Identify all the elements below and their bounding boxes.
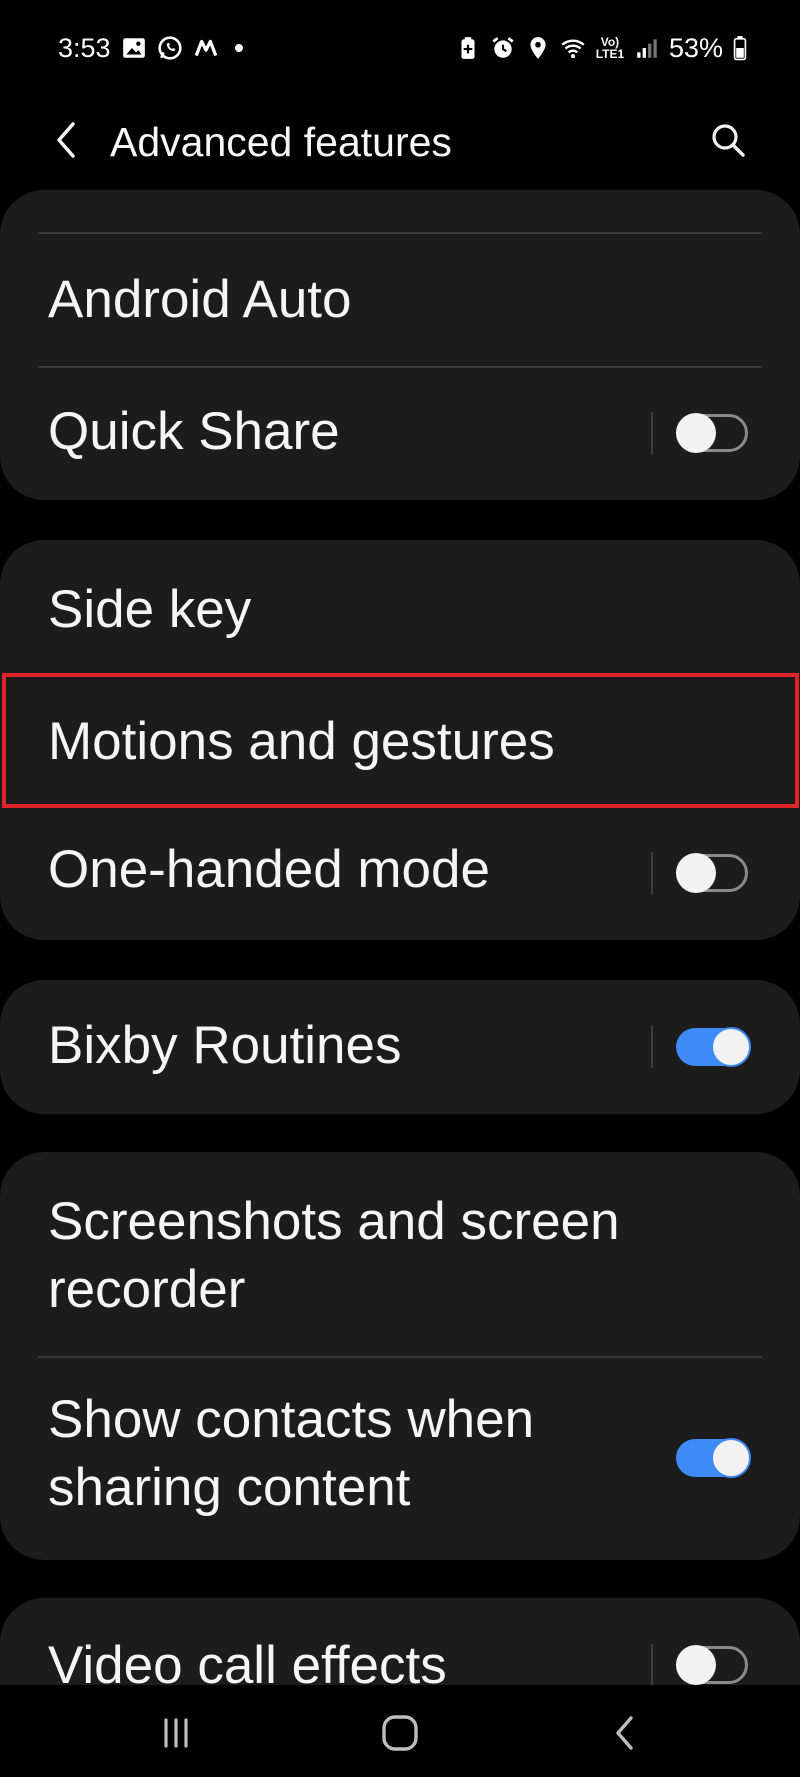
- settings-card-3: Bixby Routines: [0, 980, 800, 1114]
- status-right: Vo) LTE1 53%: [455, 28, 748, 68]
- recents-button[interactable]: [146, 1703, 206, 1763]
- location-icon: [525, 35, 551, 61]
- setting-row-side-key[interactable]: Side key: [0, 540, 800, 673]
- back-button[interactable]: [40, 114, 92, 166]
- battery-percent: 53%: [668, 32, 723, 63]
- vertical-separator: [651, 412, 653, 454]
- nav-back-icon: [610, 1714, 638, 1752]
- status-time: 3:53: [58, 32, 111, 63]
- setting-label: One-handed mode: [48, 840, 490, 899]
- vertical-separator: [651, 1026, 653, 1068]
- setting-label: Motions and gestures: [48, 712, 555, 771]
- status-left: 3:53: [58, 28, 243, 68]
- toggle-knob: [711, 1027, 751, 1067]
- bixby-routines-toggle[interactable]: [676, 1027, 751, 1067]
- back-arrow-icon: [51, 120, 81, 160]
- setting-label: Side key: [48, 580, 252, 639]
- battery-icon: [732, 35, 748, 61]
- status-bar: 3:53 Vo) LTE1 53%: [0, 0, 800, 92]
- setting-label: Bixby Routines: [48, 1016, 402, 1075]
- vertical-separator: [651, 1644, 653, 1686]
- wifi-icon: [560, 35, 586, 61]
- search-button[interactable]: [700, 112, 756, 168]
- vertical-separator: [651, 852, 653, 894]
- toggle-knob: [711, 1438, 751, 1478]
- setting-row-motions-and-gestures[interactable]: Motions and gestures: [0, 673, 800, 808]
- alarm-icon: [490, 35, 516, 61]
- setting-label: Screenshots and screen recorder: [48, 1192, 620, 1319]
- gallery-icon: [121, 35, 147, 61]
- setting-row-one-handed-mode[interactable]: One-handed mode: [0, 808, 800, 940]
- whatsapp-icon: [157, 35, 183, 61]
- toggle-knob: [676, 1645, 716, 1685]
- show-contacts-toggle[interactable]: [676, 1438, 751, 1478]
- nav-back-button[interactable]: [594, 1703, 654, 1763]
- quick-share-toggle[interactable]: [676, 413, 748, 453]
- toggle-knob: [676, 413, 716, 453]
- setting-label: Android Auto: [48, 270, 352, 329]
- setting-row-android-auto[interactable]: Android Auto: [0, 234, 800, 366]
- setting-label: Quick Share: [48, 402, 340, 461]
- one-handed-mode-toggle[interactable]: [676, 853, 748, 893]
- settings-card-1: Android Auto Quick Share: [0, 190, 800, 500]
- setting-row-quick-share[interactable]: Quick Share: [0, 368, 800, 500]
- home-button[interactable]: [370, 1703, 430, 1763]
- setting-row-show-contacts[interactable]: Show contacts when sharing content: [0, 1358, 800, 1560]
- volte-lte-icon: Vo) LTE1: [595, 35, 625, 61]
- toggle-knob: [676, 853, 716, 893]
- m-app-icon: [193, 35, 219, 61]
- settings-card-4: Screenshots and screen recorder Show con…: [0, 1152, 800, 1560]
- battery-saver-icon: [455, 35, 481, 61]
- recents-icon: [159, 1716, 193, 1750]
- setting-row-screenshots-recorder[interactable]: Screenshots and screen recorder: [0, 1152, 800, 1356]
- setting-row-bixby-routines[interactable]: Bixby Routines: [0, 980, 800, 1114]
- home-icon: [381, 1714, 419, 1752]
- setting-label: Show contacts when sharing content: [48, 1390, 535, 1517]
- app-header: Advanced features: [0, 92, 800, 192]
- page-title: Advanced features: [110, 119, 452, 165]
- settings-card-2: Side key Motions and gestures One-handed…: [0, 540, 800, 940]
- search-icon: [710, 122, 746, 158]
- notification-dot: [234, 44, 243, 52]
- signal-icon: [634, 35, 660, 61]
- navigation-bar: [0, 1685, 800, 1777]
- video-call-effects-toggle[interactable]: [676, 1645, 748, 1685]
